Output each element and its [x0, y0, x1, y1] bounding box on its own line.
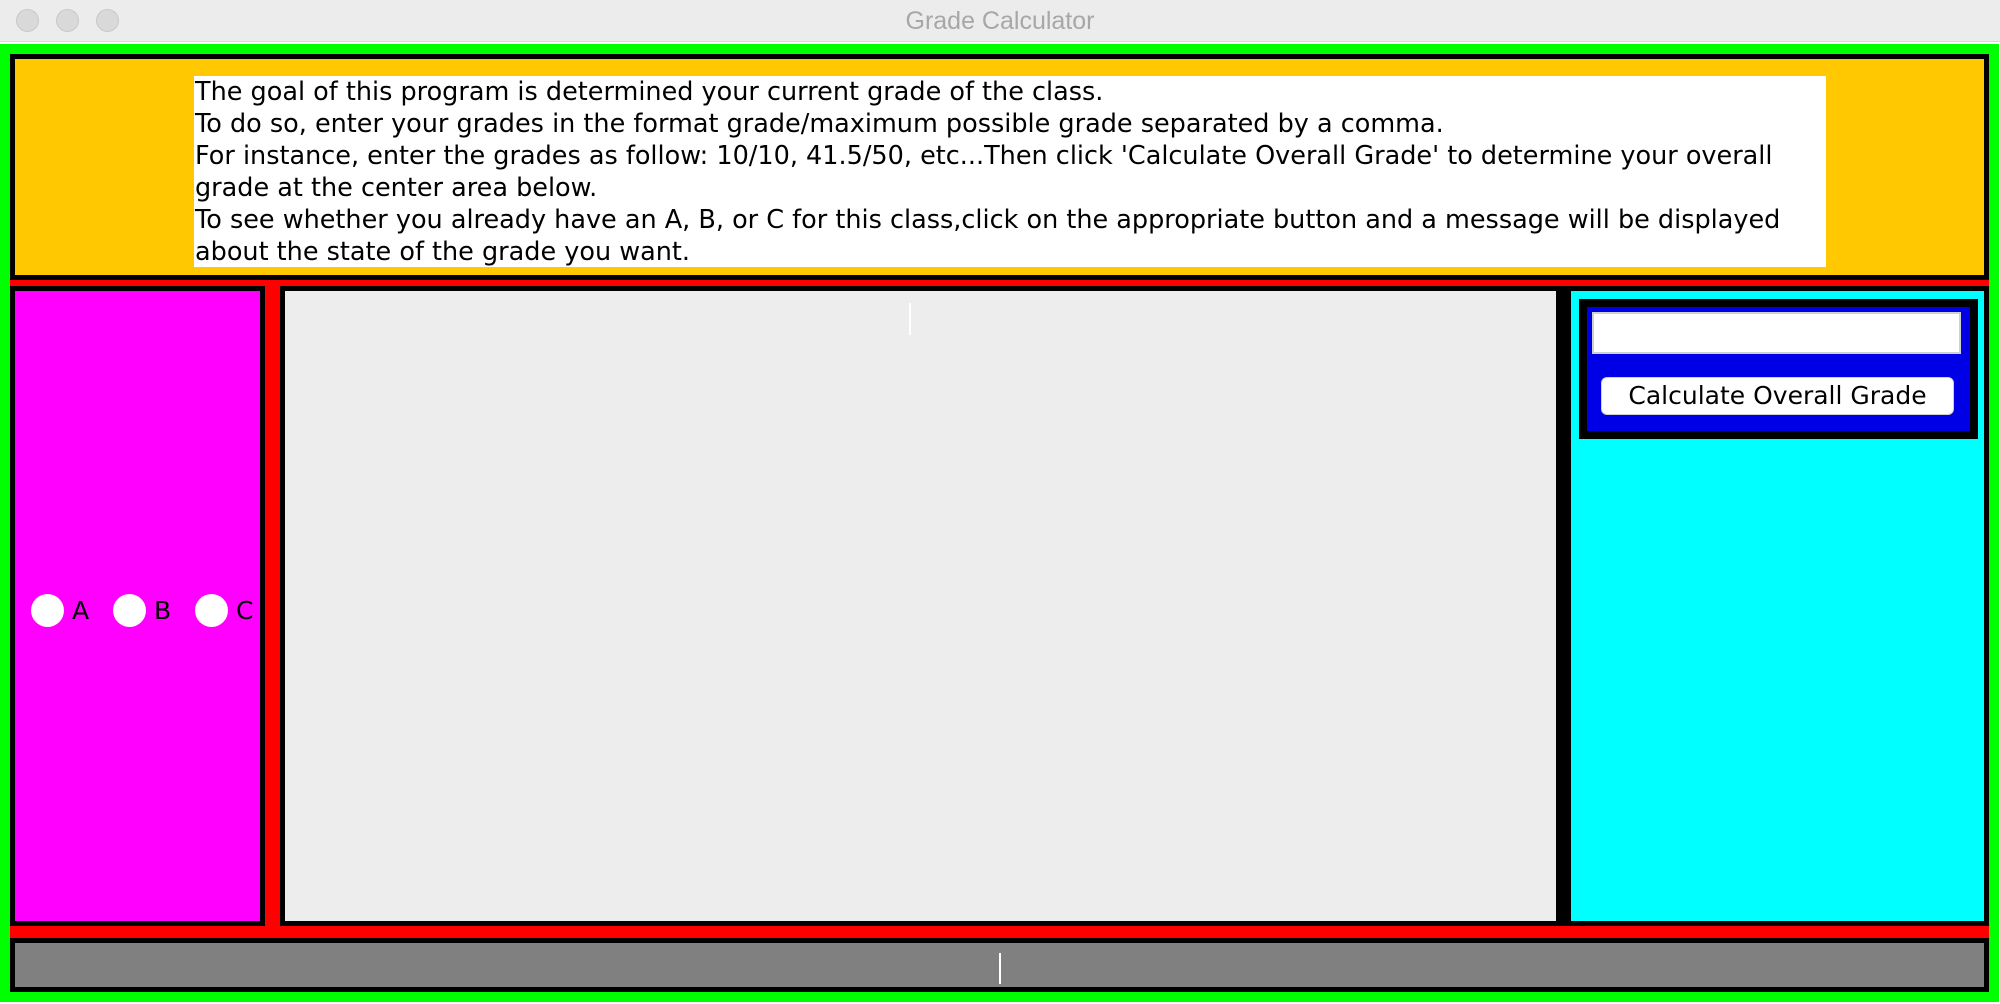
overall-grade-output-area[interactable]	[285, 291, 1556, 921]
grade-a-option[interactable]: A	[31, 593, 89, 627]
grade-entry-box: Calculate Overall Grade	[1579, 299, 1978, 439]
radio-a-button[interactable]	[31, 593, 64, 627]
grade-c-label: C	[236, 595, 254, 625]
radio-b-button[interactable]	[113, 593, 146, 627]
grade-a-label: A	[72, 595, 90, 625]
main-frame: The goal of this program is determined y…	[0, 44, 1999, 1002]
grade-options-panel: A B C	[10, 286, 265, 926]
title-bar: Grade Calculator	[0, 0, 2000, 42]
result-panel	[280, 286, 1571, 926]
instruction-line-grade-check: To see whether you already have an A, B,…	[195, 205, 1781, 267]
instructions-panel: The goal of this program is determined y…	[10, 54, 1989, 280]
grade-c-option[interactable]: C	[195, 593, 253, 627]
grade-b-label: B	[154, 595, 172, 625]
calculate-overall-grade-button[interactable]: Calculate Overall Grade	[1601, 377, 1954, 415]
message-text-caret	[999, 953, 1001, 984]
instruction-line-example: For instance, enter the grades as follow…	[195, 141, 1773, 203]
grades-input[interactable]	[1592, 312, 1961, 354]
grade-calculator-window: Grade Calculator The goal of this progra…	[0, 0, 2000, 1004]
grade-b-option[interactable]: B	[113, 593, 171, 627]
grade-entry-panel: Calculate Overall Grade	[1566, 286, 1989, 926]
instruction-line-format: To do so, enter your grades in the forma…	[195, 109, 1444, 139]
radio-c-button[interactable]	[195, 593, 228, 627]
instruction-line-goal: The goal of this program is determined y…	[195, 77, 1104, 107]
message-bar	[10, 938, 1989, 992]
window-title: Grade Calculator	[905, 7, 1095, 35]
output-text-caret	[909, 303, 911, 335]
instructions-text-area: The goal of this program is determined y…	[194, 76, 1826, 267]
